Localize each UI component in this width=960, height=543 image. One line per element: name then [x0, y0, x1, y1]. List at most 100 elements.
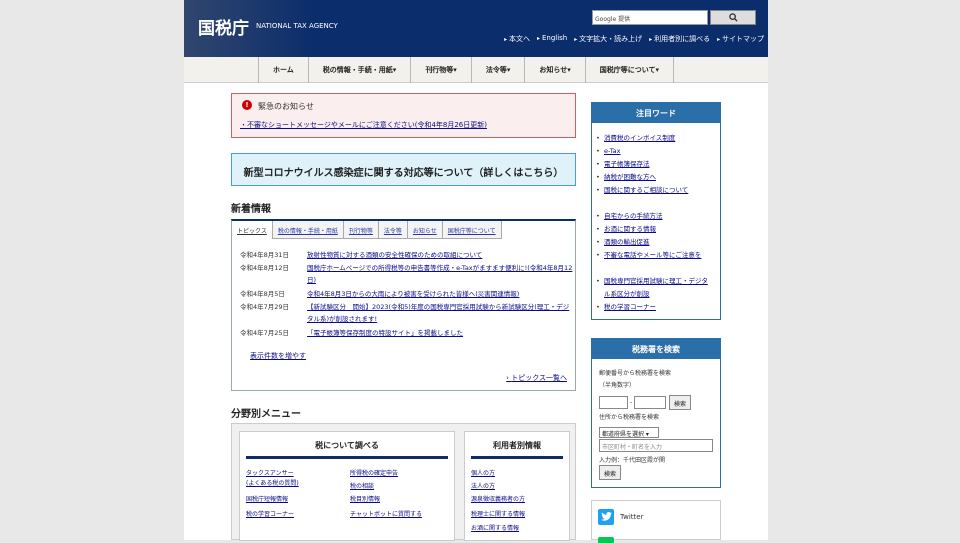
tax-lookup-title: 税について調べる — [315, 441, 379, 450]
zip-dash: - — [630, 399, 633, 406]
link-tax-answer-sub[interactable]: (よくある税の質問) — [246, 480, 299, 488]
left-margin — [0, 0, 184, 540]
topics-list-link[interactable]: トピックス一覧へ — [506, 373, 567, 383]
city-input[interactable]: 市区町村・町名を入力 — [599, 439, 713, 452]
news-link[interactable]: 放射性物質に対する酒類の安全性確保のための取組について — [307, 249, 573, 261]
site-logo-english: NATIONAL TAX AGENCY — [256, 22, 338, 30]
utility-nav: 本文へ English 文字拡大・読み上げ 利用者別に調べる サイトマップ — [474, 34, 764, 44]
line-icon[interactable] — [598, 537, 614, 543]
utility-link-sitemap[interactable]: サイトマップ — [717, 34, 764, 44]
tab-about[interactable]: 国税庁等について — [442, 221, 502, 239]
keywords-panel: 注目ワード 消費税のインボイス制度 e-Tax 電子帳簿保存法 納税が困難な方へ… — [591, 102, 721, 320]
zip-search-button[interactable]: 検索 — [669, 395, 691, 410]
user-info-title: 利用者別情報 — [493, 441, 541, 450]
zip-input-2[interactable] — [634, 396, 666, 409]
keyword-link[interactable]: 酒類の輸出促進 — [596, 236, 714, 249]
nav-laws[interactable]: 法令等▾ — [470, 57, 525, 83]
zip-label: 郵便番号から税務署を検索 — [599, 370, 672, 377]
tax-lookup-box: 税について調べる タックスアンサー (よくある税の質問) 国税庁短報情報 税の学… — [239, 431, 455, 541]
keyword-link[interactable]: e-Tax — [596, 145, 714, 158]
addr-example: 入力例：千代田区霞が関 — [599, 457, 666, 464]
link-sake[interactable]: お酒に関する情報 — [471, 525, 519, 533]
utility-link-english[interactable]: English — [537, 34, 567, 44]
tab-publications[interactable]: 刊行物等 — [343, 221, 379, 239]
news-tabs: トピックス 税の情報・手続・用紙 刊行物等 法令等 お知らせ 国税庁等について — [232, 221, 502, 239]
link-kakutei[interactable]: 所得税の確定申告 — [350, 470, 398, 478]
link-individual[interactable]: 個人の方 — [471, 470, 495, 478]
zip-hint: （半角数字） — [599, 382, 636, 389]
prefecture-select[interactable]: 都道府県を選択 ▾ — [599, 427, 659, 438]
news-date: 令和4年8月31日 — [240, 251, 290, 259]
bunya-title: 分野別メニュー — [231, 409, 301, 420]
right-margin — [768, 0, 960, 540]
search-input[interactable]: Google 提供 — [592, 10, 708, 25]
tab-topics[interactable]: トピックス — [232, 221, 273, 239]
link-sodan[interactable]: 税の相談 — [350, 483, 374, 491]
keyword-link[interactable]: 電子帳簿保存法 — [596, 158, 714, 171]
news-title: 新着情報 — [231, 204, 271, 215]
nav-publications[interactable]: 刊行物等▾ — [410, 57, 471, 83]
show-more-link[interactable]: 表示件数を増やす — [250, 351, 306, 361]
tab-notices[interactable]: お知らせ — [407, 221, 443, 239]
tab-laws[interactable]: 法令等 — [378, 221, 408, 239]
link-learning[interactable]: 税の学習コーナー — [246, 511, 294, 519]
news-date: 令和4年8月12日 — [240, 264, 290, 272]
link-corporation[interactable]: 法人の方 — [471, 483, 495, 491]
keyword-link[interactable]: 自宅からの手続方法 — [596, 210, 714, 223]
keyword-link[interactable]: 国税専門官採用試験に理工・デジタル系区分が創設 — [596, 275, 714, 301]
office-search-title: 税務署を検索 — [592, 339, 720, 359]
chevron-down-icon: ▾ — [644, 431, 649, 438]
tax-lookup-rule — [246, 456, 448, 459]
alert-link[interactable]: ・不審なショートメッセージやメールにご注意ください(令和4年8月26日更新) — [240, 120, 487, 130]
addr-label: 住所から税務署を検索 — [599, 414, 660, 421]
news-link[interactable]: 令和4年8月3日からの大雨により被害を受けられた皆様へ(災害関連情報) — [307, 288, 573, 300]
bunya-menu: 税について調べる タックスアンサー (よくある税の質問) 国税庁短報情報 税の学… — [231, 423, 576, 541]
nav-home[interactable]: ホーム — [258, 57, 308, 83]
emergency-alert: ! 緊急のお知らせ ・不審なショートメッセージやメールにご注意ください(令和4年… — [231, 93, 576, 138]
tab-tax-info[interactable]: 税の情報・手続・用紙 — [272, 221, 344, 239]
link-tax-answer[interactable]: タックスアンサー — [246, 470, 294, 478]
utility-link-honbun[interactable]: 本文へ — [504, 34, 530, 44]
prefecture-select-value: 都道府県を選択 — [602, 431, 645, 438]
nav-notices[interactable]: お知らせ▾ — [524, 57, 584, 83]
link-zeimoku[interactable]: 税目別情報 — [350, 496, 380, 504]
zip-input-1[interactable] — [599, 396, 628, 409]
link-chatbot[interactable]: チャットボットに質問する — [350, 511, 422, 519]
alert-title: 緊急のお知らせ — [258, 102, 314, 111]
news-date: 令和4年7月29日 — [240, 303, 290, 311]
keyword-link[interactable]: 国税に関するご相談について — [596, 184, 714, 197]
alert-icon: ! — [242, 100, 252, 110]
news-date: 令和4年8月5日 — [240, 290, 285, 298]
site-logo[interactable]: 国税庁 — [198, 14, 249, 39]
header: 国税庁 NATIONAL TAX AGENCY Google 提供 本文へ En… — [184, 0, 768, 57]
keyword-link[interactable]: 消費税のインボイス制度 — [596, 132, 714, 145]
link-withholding[interactable]: 源泉徴収義務者の方 — [471, 496, 525, 504]
twitter-label[interactable]: Twitter — [620, 513, 643, 521]
link-zeirishi[interactable]: 税理士に関する情報 — [471, 511, 525, 519]
nav-about[interactable]: 国税庁等について▾ — [584, 57, 675, 83]
office-search-panel: 税務署を検索 郵便番号から税務署を検索 （半角数字） - 検索 住所から税務署を… — [591, 338, 721, 488]
social-panel: Twitter — [591, 500, 721, 543]
page: 国税庁 NATIONAL TAX AGENCY Google 提供 本文へ En… — [184, 0, 768, 543]
corona-banner[interactable]: 新型コロナウイルス感染症に関する対応等について（詳しくはこちら） — [231, 153, 576, 186]
global-nav: ホーム 税の情報・手続・用紙▾ 刊行物等▾ 法令等▾ お知らせ▾ 国税庁等につい… — [184, 57, 768, 83]
keyword-link[interactable]: 納税が困難な方へ — [596, 171, 714, 184]
keyword-link[interactable]: 税の学習コーナー — [596, 301, 714, 314]
nav-tax-info[interactable]: 税の情報・手続・用紙▾ — [307, 57, 411, 83]
link-tanpo[interactable]: 国税庁短報情報 — [246, 496, 288, 504]
user-info-rule — [471, 456, 563, 459]
news-link[interactable]: 国税庁ホームページでの所得税等の申告書等作成・e-Taxがますます便利に!(令和… — [307, 262, 573, 286]
utility-link-text-size[interactable]: 文字拡大・読み上げ — [574, 34, 642, 44]
search-button[interactable] — [710, 10, 756, 25]
keywords-title: 注目ワード — [592, 103, 720, 123]
news-link[interactable]: 「電子帳簿等保存制度の特設サイト」を掲載しました — [307, 327, 573, 339]
news-link[interactable]: 【新試験区分 開始】2023(令和5)年度の国税専門官採用試験から新試験区分(理… — [307, 301, 573, 325]
addr-search-button[interactable]: 検索 — [599, 465, 621, 480]
twitter-icon[interactable] — [598, 509, 614, 525]
user-info-box: 利用者別情報 個人の方 法人の方 源泉徴収義務者の方 税理士に関する情報 お酒に… — [464, 431, 570, 541]
search-icon — [728, 13, 738, 22]
utility-link-by-user[interactable]: 利用者別に調べる — [649, 34, 710, 44]
keyword-link[interactable]: お酒に関する情報 — [596, 223, 714, 236]
news-panel: トピックス 税の情報・手続・用紙 刊行物等 法令等 お知らせ 国税庁等について … — [231, 219, 576, 391]
keyword-link[interactable]: 不審な電話やメール等にご注意を — [596, 249, 714, 262]
